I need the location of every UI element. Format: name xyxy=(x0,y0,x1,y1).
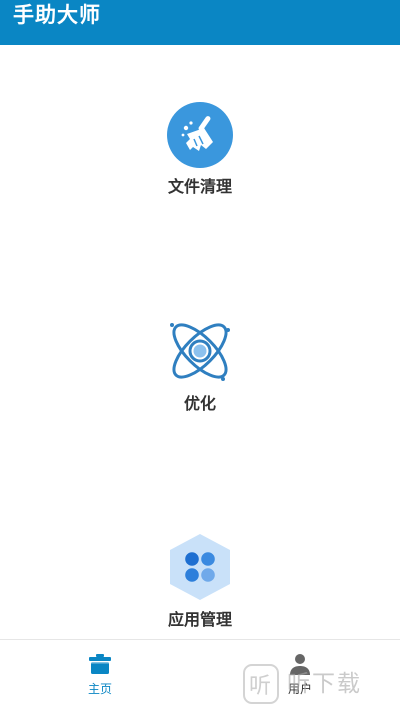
feature-file-clean-label: 文件清理 xyxy=(167,177,232,196)
watermark-logo-text: 听 xyxy=(249,674,271,699)
atom-icon xyxy=(170,323,230,381)
feature-app-manage[interactable]: 应用管理 xyxy=(0,532,400,630)
nav-item-home[interactable]: 主页 xyxy=(60,652,140,696)
watermark-text: 听下载 xyxy=(287,671,362,697)
feature-file-clean[interactable]: 文件清理 xyxy=(0,101,400,197)
watermark: 听 听下载 xyxy=(243,664,398,708)
feature-app-manage-label: 应用管理 xyxy=(167,610,232,629)
app-screen: 手助大师 文件清理 优化 应用管理 主页 用户 听 听下载 xyxy=(0,0,400,710)
home-box-icon xyxy=(89,654,111,674)
app-grid-icon xyxy=(170,534,230,600)
broom-icon xyxy=(167,102,233,168)
feature-optimize-label: 优化 xyxy=(183,394,216,413)
app-title: 手助大师 xyxy=(13,3,101,27)
nav-home-label: 主页 xyxy=(87,682,112,696)
watermark-logo-icon: 听 xyxy=(243,664,279,704)
app-header: 手助大师 xyxy=(0,0,400,45)
feature-optimize[interactable]: 优化 xyxy=(0,316,400,414)
